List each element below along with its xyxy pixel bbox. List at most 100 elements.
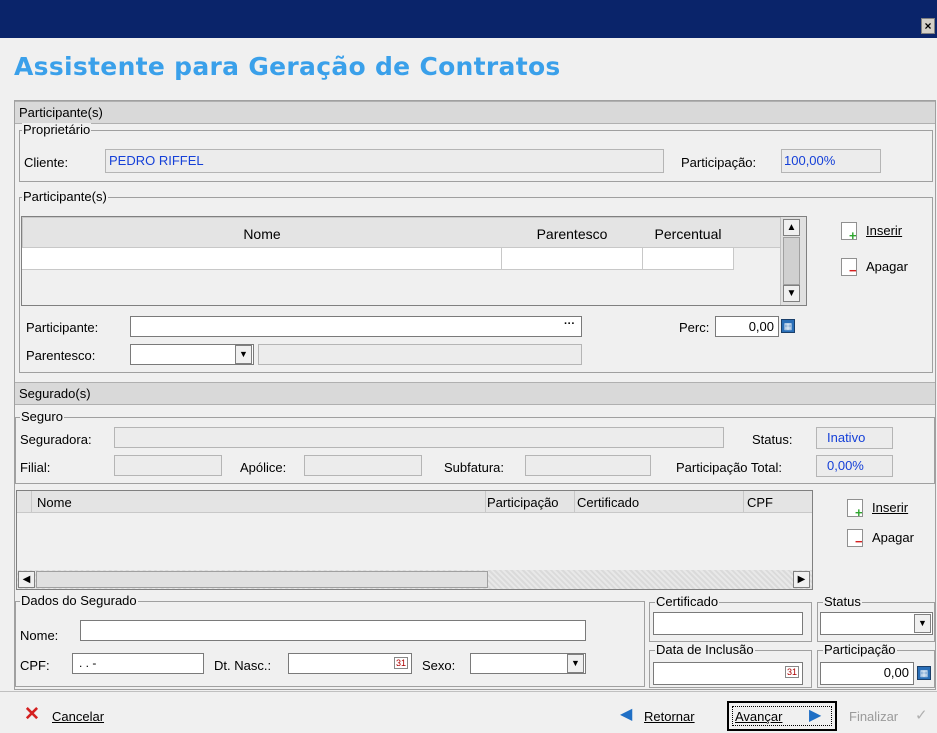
scroll-left-icon[interactable]: ◀	[18, 571, 35, 588]
apagar-segurado-button[interactable]: − Apagar	[847, 527, 927, 549]
chevron-down-icon[interactable]: ▼	[914, 614, 931, 633]
status-field[interactable]: Inativo	[816, 427, 893, 449]
dados-segurado-label: Dados do Segurado	[20, 593, 138, 608]
participante-label: Participante:	[26, 320, 99, 335]
calculator-icon[interactable]: ▦	[781, 319, 795, 333]
parentesco-label: Parentesco:	[26, 348, 96, 363]
status-dados-label: Status	[823, 594, 862, 609]
scroll-down-icon[interactable]: ▼	[783, 285, 800, 302]
segurados-grid-header	[17, 491, 812, 513]
participacao-total-field[interactable]: 0,00%	[816, 455, 893, 477]
finalizar-button[interactable]: Finalizar ✓	[849, 706, 937, 726]
cpf-label: CPF:	[20, 658, 50, 673]
arrow-left-icon: ◀	[620, 706, 633, 723]
participantes-vscrollbar[interactable]: ▲ ▼	[780, 217, 806, 305]
data-inclusao-field[interactable]: 31	[653, 662, 803, 685]
retornar-button[interactable]: ◀ Retornar	[620, 706, 720, 726]
check-icon: ✓	[915, 707, 928, 724]
participantes-section-header: Participante(s)	[15, 101, 935, 124]
calendar-icon[interactable]: 31	[393, 657, 408, 669]
participantes-grid[interactable]: Nome Parentesco Percentual ▲ ▼	[21, 216, 807, 306]
participacao-field[interactable]: 100,00%	[781, 149, 881, 173]
participacao-label: Participação:	[681, 155, 757, 170]
window-titlebar: ×	[0, 0, 937, 38]
segurados-hscrollbar[interactable]: ◀ ▶	[17, 570, 812, 589]
col-divider	[485, 491, 486, 513]
ellipsis-button[interactable]: ···	[564, 318, 575, 330]
participantes-grid-row[interactable]	[22, 248, 734, 270]
cancelar-button[interactable]: ✕ Cancelar	[24, 704, 124, 726]
dados-segurado-group	[15, 601, 645, 687]
seguradora-label: Seguradora:	[20, 432, 92, 447]
participacao-value: 100,00%	[784, 153, 836, 168]
arrow-right-icon: ▶	[809, 707, 822, 724]
chevron-down-icon[interactable]: ▼	[567, 654, 584, 673]
avancar-button[interactable]: Avançar ▶	[727, 701, 837, 731]
col-participacao[interactable]: Participação	[487, 495, 559, 510]
seguro-group-label: Seguro	[20, 409, 64, 424]
dtnasc-field[interactable]: 31	[288, 653, 412, 674]
inserir-label: Inserir	[872, 500, 909, 515]
inserir-segurado-button[interactable]: + Inserir	[847, 497, 927, 520]
parentesco-desc-field[interactable]	[258, 344, 582, 365]
row-divider	[501, 248, 502, 270]
col-certificado[interactable]: Certificado	[577, 495, 639, 510]
col-nome[interactable]: Nome	[37, 495, 72, 510]
inserir-label: Inserir	[866, 223, 903, 238]
avancar-label: Avançar	[735, 709, 783, 724]
chevron-down-icon[interactable]: ▼	[235, 345, 252, 364]
cpf-field[interactable]: . . -	[72, 653, 204, 674]
sexo-combo[interactable]: ▼	[470, 653, 586, 674]
col-cpf[interactable]: CPF	[747, 495, 773, 510]
participacao-dados-field[interactable]: 0,00	[820, 662, 914, 685]
col-divider	[743, 491, 744, 513]
seguradora-field[interactable]	[114, 427, 724, 448]
parentesco-combo[interactable]: ▼	[130, 344, 254, 365]
certificado-field[interactable]	[653, 612, 803, 635]
col-divider	[31, 491, 32, 513]
col-parentesco[interactable]: Parentesco	[502, 226, 642, 242]
row-divider	[642, 248, 643, 270]
participante-field[interactable]: ···	[130, 316, 582, 337]
scroll-up-icon[interactable]: ▲	[783, 219, 800, 236]
dtnasc-label: Dt. Nasc.:	[214, 658, 272, 673]
subfatura-field[interactable]	[525, 455, 651, 476]
close-icon: ✕	[24, 704, 40, 725]
sexo-label: Sexo:	[422, 658, 456, 673]
apolice-label: Apólice:	[240, 460, 287, 475]
participantes-group-label: Participante(s)	[22, 189, 108, 204]
scroll-thumb[interactable]	[36, 571, 488, 588]
col-percentual[interactable]: Percentual	[642, 226, 734, 242]
apolice-field[interactable]	[304, 455, 422, 476]
filial-field[interactable]	[114, 455, 222, 476]
subfatura-label: Subfatura:	[444, 460, 504, 475]
cancelar-label: Cancelar	[52, 709, 105, 724]
nome-field[interactable]	[80, 620, 586, 641]
participacao-total-value: 0,00%	[827, 458, 864, 473]
minus-icon: −	[855, 534, 863, 549]
scroll-thumb[interactable]	[783, 237, 800, 285]
status-combo[interactable]: ▼	[820, 612, 933, 635]
col-nome[interactable]: Nome	[22, 226, 502, 242]
plus-icon: +	[849, 228, 857, 243]
calculator-icon[interactable]: ▦	[917, 666, 931, 680]
calendar-icon[interactable]: 31	[784, 666, 799, 678]
apagar-participante-button[interactable]: − Apagar	[841, 256, 921, 278]
nome-label: Nome:	[20, 628, 59, 643]
row-divider	[733, 248, 734, 270]
perc-label: Perc:	[679, 320, 710, 335]
cliente-field[interactable]: PEDRO RIFFEL	[105, 149, 664, 173]
apagar-label: Apagar	[872, 530, 914, 545]
segurados-section-header: Segurado(s)	[15, 382, 935, 405]
apagar-label: Apagar	[866, 259, 908, 274]
close-icon[interactable]: ×	[921, 18, 935, 34]
page-title: Assistente para Geração de Contratos	[14, 52, 561, 81]
scroll-right-icon[interactable]: ▶	[793, 571, 810, 588]
inserir-participante-button[interactable]: + Inserir	[841, 220, 921, 243]
plus-icon: +	[855, 505, 863, 520]
perc-field[interactable]: 0,00	[715, 316, 779, 337]
filial-label: Filial:	[20, 460, 51, 475]
col-divider	[574, 491, 575, 513]
segurados-grid[interactable]: Nome Participação Certificado CPF ◀ ▶	[16, 490, 813, 590]
participacao-total-label: Participação Total:	[676, 460, 782, 475]
